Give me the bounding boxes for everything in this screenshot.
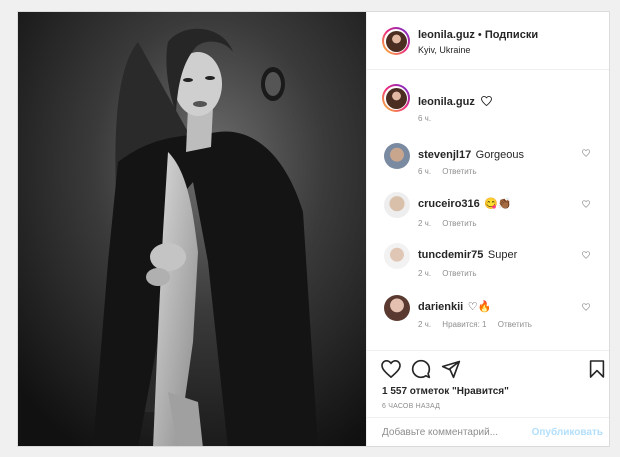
post-header: leonila.guz • Подписки Kyiv, Ukraine bbox=[367, 12, 609, 70]
comment-line: cruceiro316 😋👏🏾 bbox=[418, 194, 512, 212]
comment-line: tuncdemir75 Super bbox=[418, 245, 517, 263]
comment-meta: 2 ч. Нравится: 1 Ответить bbox=[418, 320, 541, 329]
comment-likes[interactable]: Нравится: 1 bbox=[442, 320, 486, 329]
comment-username[interactable]: stevenjl17 bbox=[418, 149, 471, 161]
reply-button[interactable]: Ответить bbox=[498, 320, 532, 329]
comment-meta: 6 ч. Ответить bbox=[418, 167, 486, 176]
comment-username[interactable]: darienkii bbox=[418, 301, 463, 313]
comment-text: Super bbox=[487, 249, 518, 261]
comment-like-icon[interactable] bbox=[582, 149, 590, 157]
caption-avatar[interactable] bbox=[382, 84, 410, 112]
comment-line: darienkii ♡🔥 bbox=[418, 297, 491, 315]
comment-like-icon[interactable] bbox=[582, 303, 590, 311]
caption-username[interactable]: leonila.guz bbox=[418, 96, 475, 108]
header-separator: • bbox=[477, 29, 482, 41]
share-icon[interactable] bbox=[441, 359, 461, 379]
comment-text: 😋👏🏾 bbox=[484, 198, 512, 210]
commenter-avatar[interactable] bbox=[384, 295, 410, 321]
commenter-avatar[interactable] bbox=[384, 143, 410, 169]
heart-icon[interactable] bbox=[381, 360, 401, 378]
likes-count[interactable]: 1 557 отметок "Нравится" bbox=[382, 386, 509, 397]
reply-button[interactable]: Ответить bbox=[442, 219, 476, 228]
bookmark-icon[interactable] bbox=[589, 359, 605, 379]
comment-line: stevenjl17 Gorgeous bbox=[418, 145, 524, 163]
comment-time: 6 ч. bbox=[418, 167, 432, 176]
comment-meta: 2 ч. Ответить bbox=[418, 219, 486, 228]
header-line: leonila.guz • Подписки bbox=[418, 29, 538, 41]
reply-button[interactable]: Ответить bbox=[442, 269, 476, 278]
post-sidebar: leonila.guz • Подписки Kyiv, Ukraine leo… bbox=[366, 12, 609, 446]
follow-status[interactable]: Подписки bbox=[485, 29, 538, 41]
reply-button[interactable]: Ответить bbox=[442, 167, 476, 176]
author-avatar[interactable] bbox=[382, 27, 410, 55]
verified-heart-icon bbox=[481, 95, 493, 107]
comment-text: ♡🔥 bbox=[467, 301, 492, 313]
comment-meta: 2 ч. Ответить bbox=[418, 269, 486, 278]
post-location[interactable]: Kyiv, Ukraine bbox=[418, 45, 470, 55]
instagram-post: leonila.guz • Подписки Kyiv, Ukraine leo… bbox=[17, 11, 610, 447]
comment-username[interactable]: tuncdemir75 bbox=[418, 249, 483, 261]
comment-text: Gorgeous bbox=[475, 149, 524, 161]
comment-time: 2 ч. bbox=[418, 320, 432, 329]
comment-icon[interactable] bbox=[411, 359, 431, 379]
publish-button[interactable]: Опубликовать bbox=[532, 427, 603, 438]
comment-time: 2 ч. bbox=[418, 269, 432, 278]
commenter-avatar[interactable] bbox=[384, 192, 410, 218]
post-timestamp[interactable]: 6 ЧАСОВ НАЗАД bbox=[382, 403, 440, 410]
photo-image bbox=[18, 12, 366, 446]
caption-line: leonila.guz bbox=[418, 92, 493, 110]
comment-time: 2 ч. bbox=[418, 219, 432, 228]
commenter-avatar[interactable] bbox=[384, 243, 410, 269]
add-comment-input[interactable]: Добавьте комментарий... bbox=[382, 427, 498, 438]
comment-like-icon[interactable] bbox=[582, 200, 590, 208]
add-comment-bar: Добавьте комментарий... Опубликовать bbox=[367, 417, 609, 446]
comment-like-icon[interactable] bbox=[582, 251, 590, 259]
author-username[interactable]: leonila.guz bbox=[418, 29, 475, 41]
caption-time: 6 ч. bbox=[418, 114, 432, 123]
post-photo[interactable] bbox=[18, 12, 366, 446]
comment-username[interactable]: cruceiro316 bbox=[418, 198, 480, 210]
